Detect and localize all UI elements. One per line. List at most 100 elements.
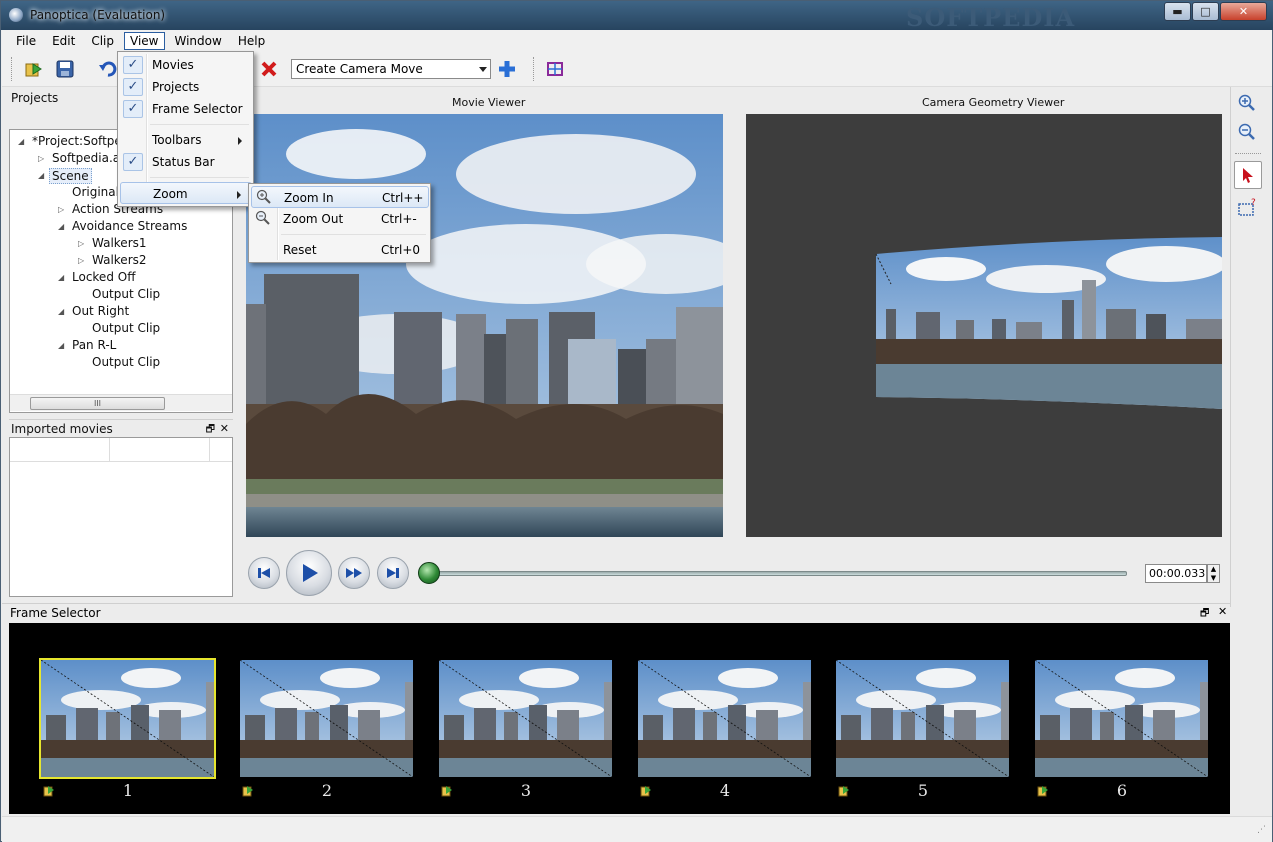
view-menu-item-toolbars[interactable]: Toolbars: [120, 129, 252, 151]
geometry-projection-image: [875, 237, 1222, 409]
tree-collapse-icon[interactable]: ◢: [58, 222, 64, 231]
projects-horizontal-scrollbar[interactable]: III: [10, 394, 232, 411]
tree-node[interactable]: *Project:Softped: [32, 134, 129, 148]
add-camera-move-button[interactable]: [496, 58, 518, 80]
zoom-out-tool-icon[interactable]: [1236, 121, 1258, 143]
frame-marker-icon[interactable]: [43, 785, 55, 797]
select-tool-icon[interactable]: [1234, 161, 1262, 189]
menu-edit[interactable]: Edit: [44, 32, 83, 50]
frame-marker-icon[interactable]: [640, 785, 652, 797]
tree-expand-icon[interactable]: ▷: [78, 239, 84, 248]
fit-frame-icon[interactable]: [544, 58, 566, 80]
zoom-menu-item-zoom-out[interactable]: Zoom Out Ctrl+-: [251, 208, 429, 230]
tree-node[interactable]: Scene: [49, 168, 92, 184]
scrollbar-thumb[interactable]: III: [30, 397, 165, 410]
tree-expand-icon[interactable]: ▷: [78, 256, 84, 265]
imported-movies-list[interactable]: [9, 437, 233, 597]
go-to-end-button[interactable]: [377, 557, 409, 589]
tree-node[interactable]: Original: [72, 185, 119, 199]
menu-help[interactable]: Help: [230, 32, 273, 50]
check-icon: ✓: [123, 100, 143, 118]
app-icon[interactable]: [9, 8, 23, 22]
frame-marker-icon[interactable]: [1037, 785, 1049, 797]
view-menu-item-label: Toolbars: [152, 133, 202, 147]
undo-icon[interactable]: [97, 58, 119, 80]
open-icon[interactable]: [23, 58, 45, 80]
resize-grip-icon[interactable]: ⋰: [1257, 825, 1266, 835]
tree-node[interactable]: Walkers1: [92, 236, 147, 250]
frame-thumbnail[interactable]: [836, 660, 1009, 777]
play-button[interactable]: [286, 550, 332, 596]
frame-marker-icon[interactable]: [441, 785, 453, 797]
frame-thumbnail[interactable]: [39, 658, 216, 779]
view-menu-item-zoom[interactable]: Zoom: [120, 182, 252, 204]
zoom-out-icon: [255, 210, 271, 233]
menu-view[interactable]: View: [124, 31, 165, 50]
restore-frame-selector-icon[interactable]: 🗗: [1200, 606, 1209, 623]
title-bar[interactable]: Panoptica (Evaluation) SOFTPEDIA ▬ □ ✕: [1, 1, 1273, 32]
movie-frame-image: [246, 114, 723, 537]
tree-node[interactable]: Output Clip: [92, 355, 160, 369]
tree-collapse-icon[interactable]: ◢: [58, 273, 64, 282]
delete-icon[interactable]: [258, 58, 280, 80]
view-menu-item-status-bar[interactable]: ✓ Status Bar: [120, 151, 252, 173]
close-frame-selector-icon[interactable]: ✕: [1218, 605, 1227, 618]
camera-move-select[interactable]: Create Camera Move: [291, 59, 491, 79]
camera-geometry-viewer[interactable]: [746, 114, 1222, 537]
tree-node[interactable]: Pan R-L: [72, 338, 116, 352]
check-icon: ✓: [123, 78, 143, 96]
tree-node[interactable]: Output Clip: [92, 287, 160, 301]
zoom-menu-item-label: Reset: [283, 243, 317, 257]
frame-thumbnail[interactable]: [439, 660, 612, 777]
tree-node[interactable]: Out Right: [72, 304, 129, 318]
menu-clip[interactable]: Clip: [83, 32, 122, 50]
tree-collapse-icon[interactable]: ◢: [38, 171, 44, 180]
menu-file[interactable]: File: [2, 32, 44, 50]
frame-marker-icon[interactable]: [242, 785, 254, 797]
movie-viewer[interactable]: [246, 114, 723, 537]
menu-window[interactable]: Window: [167, 32, 230, 50]
tree-expand-icon[interactable]: ▷: [38, 154, 44, 163]
imported-movies-header: [10, 438, 232, 462]
zoom-menu-item-reset[interactable]: Reset Ctrl+0: [251, 239, 429, 261]
view-menu-item-projects[interactable]: ✓ Projects: [120, 76, 252, 98]
region-help-tool-icon[interactable]: ?: [1236, 197, 1258, 219]
maximize-button[interactable]: □: [1192, 2, 1219, 21]
submenu-arrow-icon: [237, 191, 241, 199]
time-spinner[interactable]: ▲ ▼: [1207, 564, 1220, 583]
tree-node[interactable]: Output Clip: [92, 321, 160, 335]
tree-node[interactable]: Avoidance Streams: [72, 219, 187, 233]
frame-marker-icon[interactable]: [838, 785, 850, 797]
fast-forward-button[interactable]: [338, 557, 370, 589]
close-button[interactable]: ✕: [1220, 2, 1267, 21]
toolbar-grip[interactable]: [11, 57, 13, 81]
frame-thumbnail[interactable]: [638, 660, 811, 777]
view-menu-item-frame-selector[interactable]: ✓ Frame Selector: [120, 98, 252, 120]
close-panel-icon[interactable]: ✕: [220, 422, 229, 435]
tree-collapse-icon[interactable]: ◢: [18, 137, 24, 146]
minimize-button[interactable]: ▬: [1164, 2, 1191, 21]
tree-node[interactable]: Walkers2: [92, 253, 147, 267]
tree-node[interactable]: Softpedia.av: [52, 151, 127, 165]
tree-collapse-icon[interactable]: ◢: [58, 307, 64, 316]
go-to-start-button[interactable]: [248, 557, 280, 589]
tree-node[interactable]: Locked Off: [72, 270, 135, 284]
save-icon[interactable]: [54, 58, 76, 80]
frame-thumbnail[interactable]: [1035, 660, 1208, 777]
plus-icon: [499, 61, 515, 77]
view-menu: ✓ Movies ✓ Projects ✓ Frame Selector Too…: [117, 51, 254, 207]
view-menu-item-label: Frame Selector: [152, 102, 243, 116]
tree-expand-icon[interactable]: ▷: [58, 205, 64, 214]
frame-thumbnail[interactable]: [240, 660, 413, 777]
skip-forward-icon: [387, 568, 399, 578]
camera-move-select-value: Create Camera Move: [296, 62, 423, 76]
zoom-menu-item-zoom-in[interactable]: Zoom In Ctrl++: [251, 186, 429, 208]
timeline-slider[interactable]: [429, 571, 1127, 576]
timeline-slider-knob[interactable]: [418, 562, 440, 584]
tree-collapse-icon[interactable]: ◢: [58, 341, 64, 350]
time-field[interactable]: 00:00.033: [1145, 564, 1207, 583]
view-menu-item-movies[interactable]: ✓ Movies: [120, 54, 252, 76]
menu-bar: File Edit Clip View Window Help: [2, 30, 1272, 51]
frame-number: 5: [917, 781, 929, 800]
zoom-in-tool-icon[interactable]: [1236, 92, 1258, 114]
